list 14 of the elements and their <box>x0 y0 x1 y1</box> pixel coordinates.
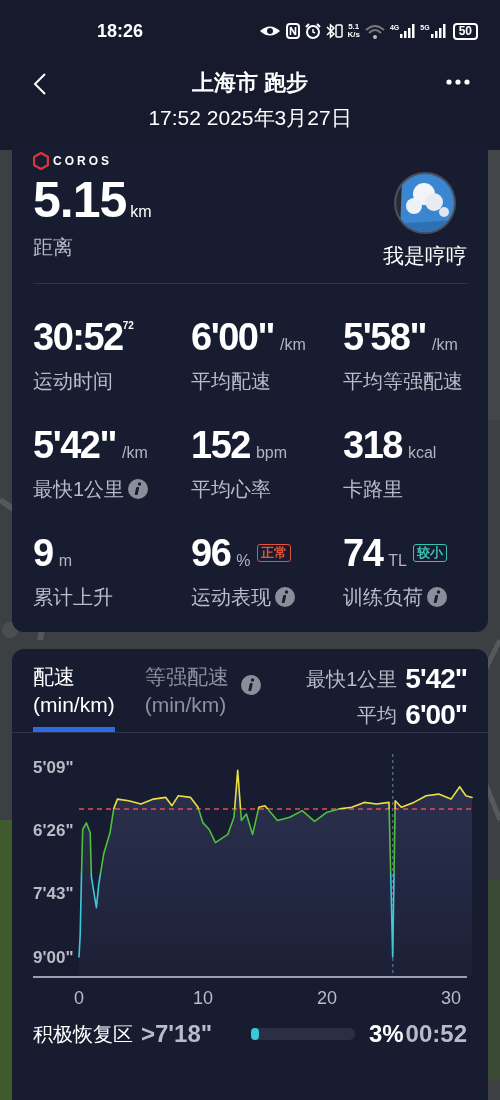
more-icon[interactable] <box>446 79 470 85</box>
network-speed-unit: K/s <box>347 31 360 39</box>
wifi-icon <box>364 23 385 39</box>
signal-icon <box>430 24 446 38</box>
eye-icon <box>258 25 281 37</box>
back-icon[interactable] <box>33 72 47 96</box>
battery-level: 50 <box>452 22 478 40</box>
clock-time: 18:26 <box>97 19 144 43</box>
nfc-icon <box>285 23 300 39</box>
bluetooth-battery-icon <box>325 23 343 39</box>
signal-icon <box>400 24 416 38</box>
page-title: 上海市 跑步 <box>191 68 309 97</box>
alarm-icon <box>304 23 321 39</box>
network-speed: 5.1 <box>348 23 360 31</box>
